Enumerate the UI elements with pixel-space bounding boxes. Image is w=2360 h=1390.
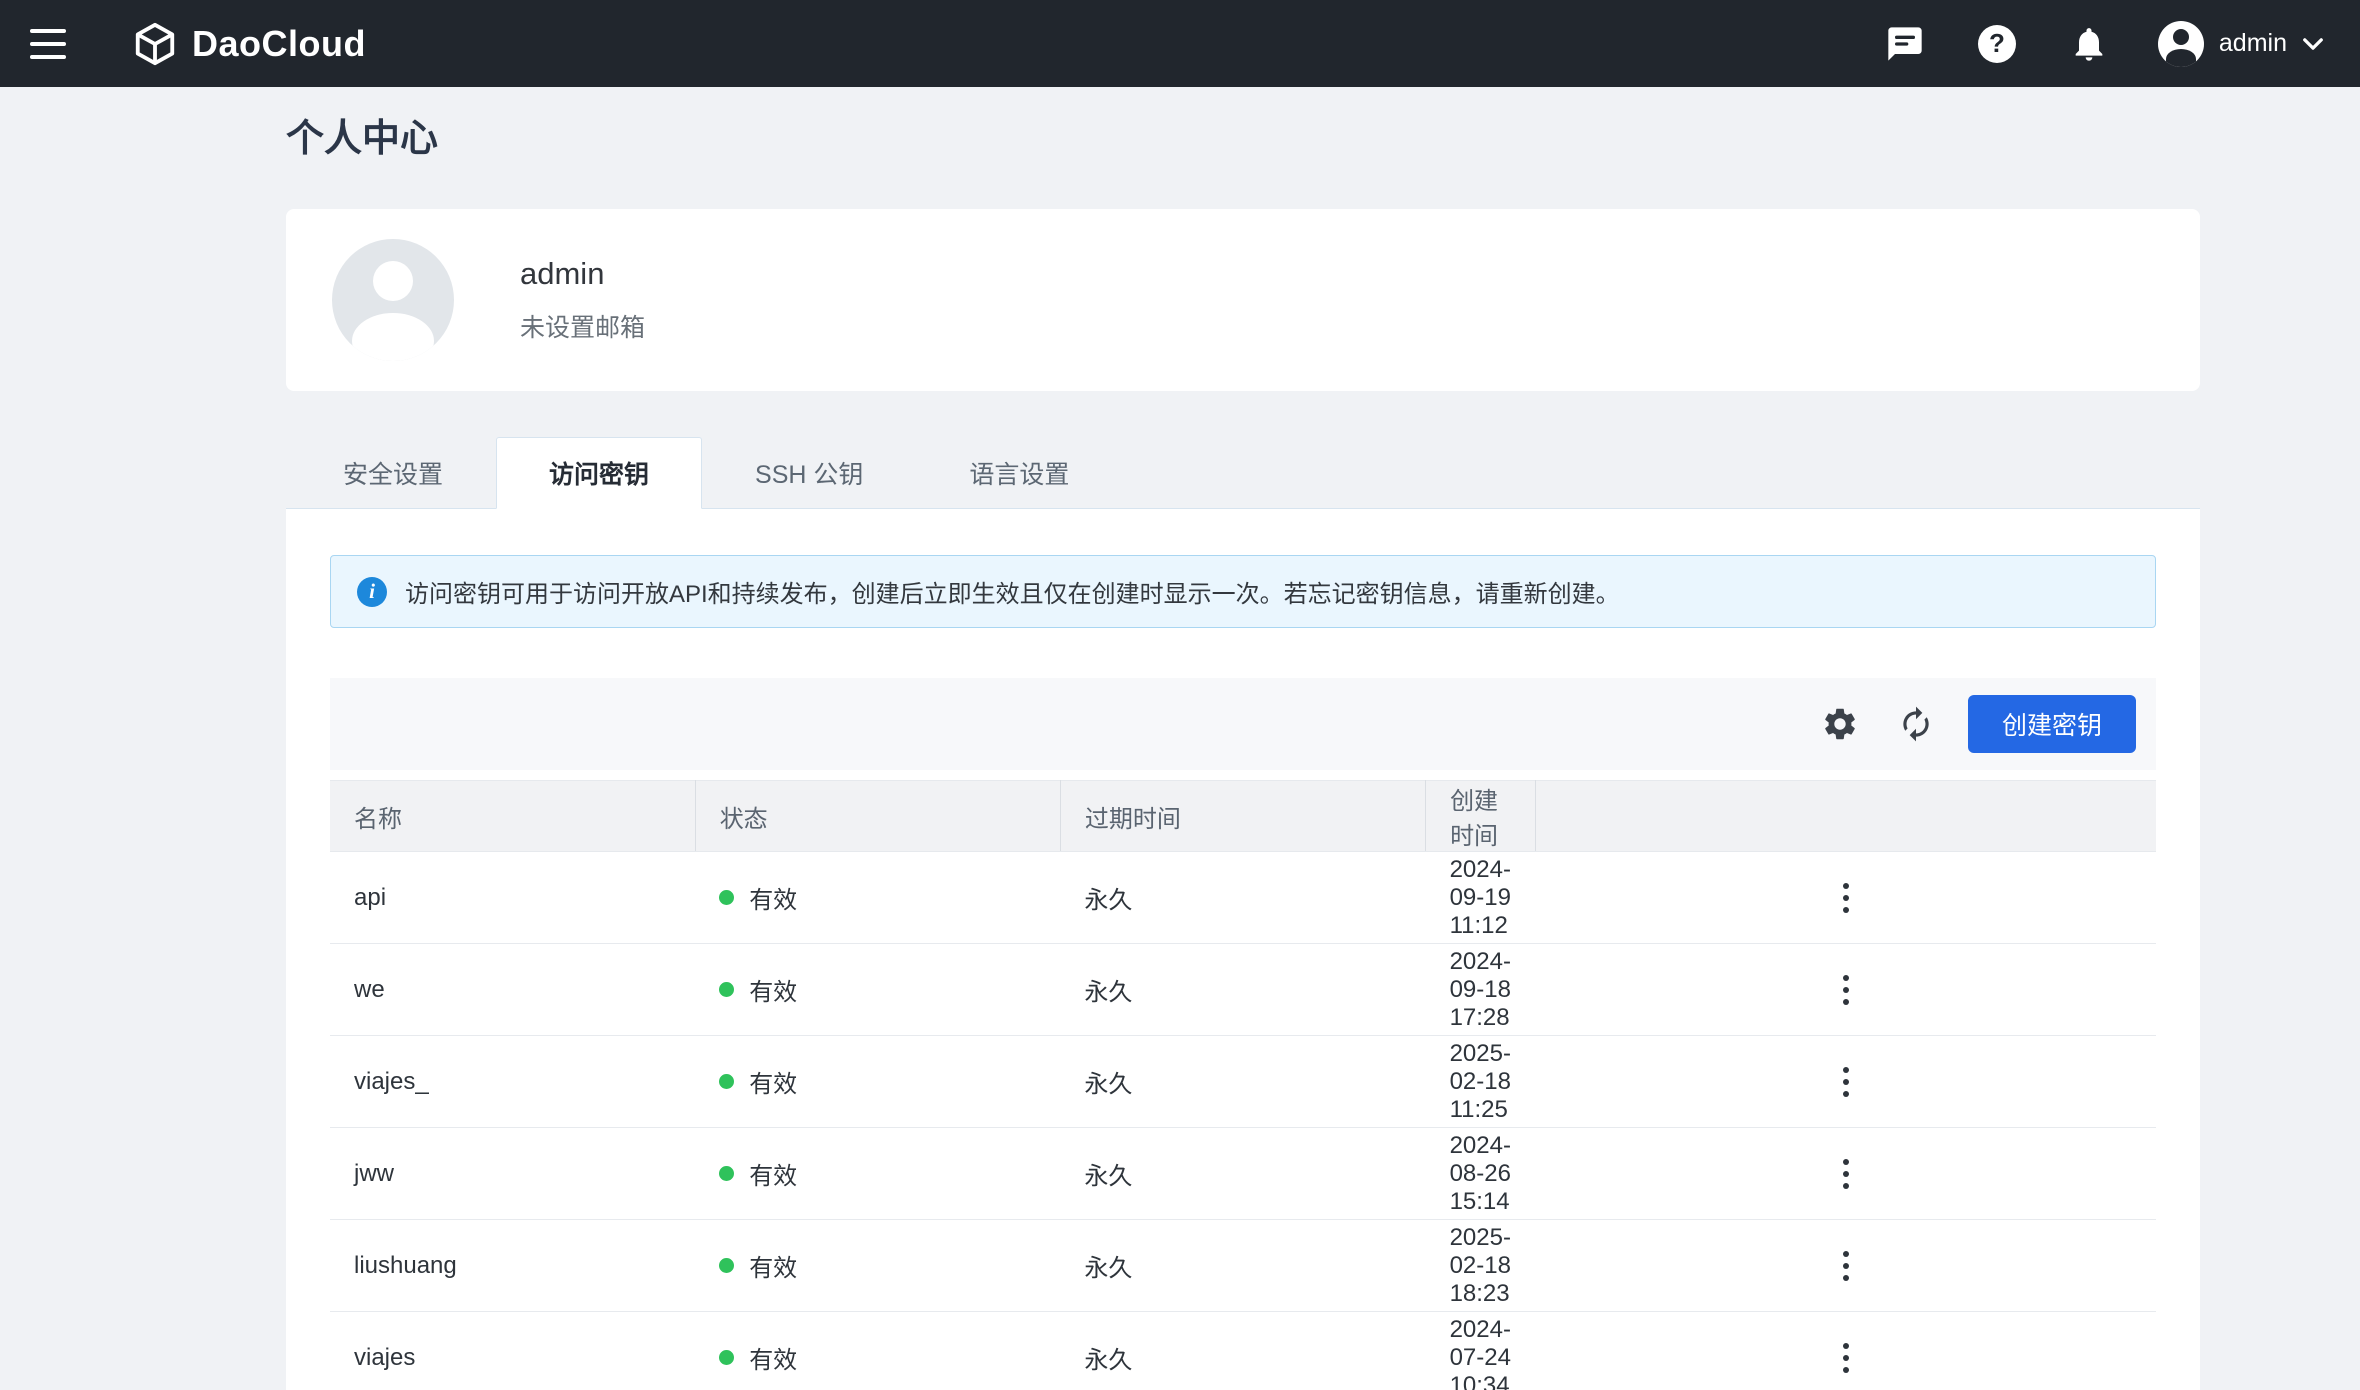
main-content: 个人中心 admin 未设置邮箱 安全设置 访问密钥 SSH 公钥 语言设置 i… (0, 87, 2360, 1390)
cell-created: 2024-09-19 11:12 (1425, 851, 1536, 944)
cell-actions (1535, 943, 2156, 1036)
user-menu[interactable]: admin (2157, 20, 2324, 67)
access-keys-panel: i 访问密钥可用于访问开放API和持续发布，创建后立即生效且仅在创建时显示一次。… (286, 509, 2200, 1390)
info-alert: i 访问密钥可用于访问开放API和持续发布，创建后立即生效且仅在创建时显示一次。… (330, 555, 2156, 628)
profile-tab[interactable]: 语言设置 (916, 437, 1122, 509)
cell-created: 2024-08-26 15:14 (1425, 1127, 1536, 1220)
navbar-actions: ? admin (1882, 20, 2330, 67)
table-column-header: 名称 (330, 780, 696, 852)
kebab-menu-icon[interactable] (1833, 1241, 1859, 1291)
access-keys-table: 名称 状态 过期时间 创建时间 api 有效 永久 2024-09-19 11:… (330, 780, 2156, 1390)
tabs-bar: 安全设置 访问密钥 SSH 公钥 语言设置 (286, 437, 2200, 509)
status-badge: 有效 (749, 1255, 798, 1282)
create-key-button[interactable]: 创建密钥 (1968, 695, 2136, 753)
table-header: 名称 状态 过期时间 创建时间 (330, 780, 2156, 852)
profile-info: admin 未设置邮箱 (520, 256, 645, 344)
cell-status: 有效 (695, 943, 1061, 1036)
status-dot-icon (719, 982, 735, 997)
table-row: jww 有效 永久 2024-08-26 15:14 (330, 1127, 2156, 1220)
menu-icon[interactable] (30, 21, 76, 67)
cell-created: 2024-07-24 10:34 (1425, 1311, 1536, 1390)
cell-expiry: 永久 (1060, 943, 1426, 1036)
cell-status: 有效 (695, 1127, 1061, 1220)
kebab-menu-icon[interactable] (1833, 873, 1859, 923)
bell-icon[interactable] (2066, 21, 2112, 67)
settings-gear-icon[interactable] (1816, 700, 1864, 748)
cell-expiry: 永久 (1060, 1035, 1426, 1128)
chevron-down-icon (2302, 37, 2324, 51)
cell-expiry: 永久 (1060, 1219, 1426, 1312)
cell-expiry: 永久 (1060, 851, 1426, 944)
brand-logo[interactable]: DaoCloud (132, 21, 366, 67)
tab-label: 访问密钥 (549, 461, 650, 489)
kebab-menu-icon[interactable] (1833, 1149, 1859, 1199)
table-column-header (1535, 780, 2156, 852)
tab-label: 安全设置 (343, 461, 444, 489)
status-dot-icon (719, 1350, 735, 1365)
user-name: admin (2218, 29, 2287, 57)
status-dot-icon (719, 890, 735, 905)
tab-label: SSH 公钥 (755, 461, 864, 489)
cell-key-name: jww (330, 1127, 696, 1220)
top-navbar: DaoCloud ? admin (0, 0, 2360, 87)
cell-status: 有效 (695, 1035, 1061, 1128)
status-badge: 有效 (749, 1347, 798, 1374)
question-mark-icon: ? (1977, 24, 2016, 63)
page-title: 个人中心 (286, 118, 439, 160)
cell-created: 2025-02-18 11:25 (1425, 1035, 1536, 1128)
profile-tab[interactable]: 访问密钥 (496, 437, 703, 509)
status-badge: 有效 (749, 887, 798, 914)
cell-expiry: 永久 (1060, 1311, 1426, 1390)
kebab-menu-icon[interactable] (1833, 965, 1859, 1015)
cell-status: 有效 (695, 1219, 1061, 1312)
profile-tab[interactable]: 安全设置 (290, 437, 496, 509)
status-dot-icon (719, 1258, 735, 1273)
refresh-icon[interactable] (1892, 700, 1940, 748)
help-icon[interactable]: ? (1974, 21, 2020, 67)
cell-key-name: liushuang (330, 1219, 696, 1312)
cell-actions (1535, 851, 2156, 944)
cell-created: 2025-02-18 18:23 (1425, 1219, 1536, 1312)
info-icon: i (357, 576, 387, 607)
chat-icon[interactable] (1882, 21, 1928, 67)
kebab-menu-icon[interactable] (1833, 1333, 1859, 1383)
status-dot-icon (719, 1074, 735, 1089)
profile-email-status: 未设置邮箱 (520, 314, 646, 342)
profile-tab[interactable]: SSH 公钥 (702, 437, 916, 509)
info-alert-text: 访问密钥可用于访问开放API和持续发布，创建后立即生效且仅在创建时显示一次。若忘… (405, 581, 1620, 608)
cell-actions (1535, 1127, 2156, 1220)
status-badge: 有效 (749, 979, 798, 1006)
cell-created: 2024-09-18 17:28 (1425, 943, 1536, 1036)
cell-actions (1535, 1219, 2156, 1312)
cell-actions (1535, 1311, 2156, 1390)
daocloud-logo-icon (132, 21, 178, 67)
cell-actions (1535, 1035, 2156, 1128)
table-row: liushuang 有效 永久 2025-02-18 18:23 (330, 1219, 2156, 1312)
cell-key-name: we (330, 943, 696, 1036)
table-column-header: 创建时间 (1425, 780, 1536, 852)
profile-card: admin 未设置邮箱 (286, 209, 2200, 391)
cell-key-name: viajes (330, 1311, 696, 1390)
cell-status: 有效 (695, 1311, 1061, 1390)
table-column-header: 过期时间 (1060, 780, 1427, 852)
cell-key-name: api (330, 851, 696, 944)
cell-expiry: 永久 (1060, 1127, 1426, 1220)
status-dot-icon (719, 1166, 735, 1181)
table-column-header: 状态 (695, 780, 1061, 852)
table-row: we 有效 永久 2024-09-18 17:28 (330, 943, 2156, 1036)
status-badge: 有效 (749, 1071, 798, 1098)
user-avatar-icon (2157, 20, 2204, 67)
status-badge: 有效 (749, 1163, 798, 1190)
profile-name: admin (520, 256, 605, 291)
kebab-menu-icon[interactable] (1833, 1057, 1859, 1107)
brand-name: DaoCloud (192, 22, 366, 64)
cell-key-name: viajes_ (330, 1035, 696, 1128)
table-toolbar: 创建密钥 (330, 678, 2156, 770)
cell-status: 有效 (695, 851, 1061, 944)
profile-avatar (332, 239, 454, 361)
table-row: viajes_ 有效 永久 2025-02-18 11:25 (330, 1035, 2156, 1128)
tab-label: 语言设置 (969, 461, 1070, 489)
table-row: api 有效 永久 2024-09-19 11:12 (330, 851, 2156, 944)
table-row: viajes 有效 永久 2024-07-24 10:34 (330, 1311, 2156, 1390)
